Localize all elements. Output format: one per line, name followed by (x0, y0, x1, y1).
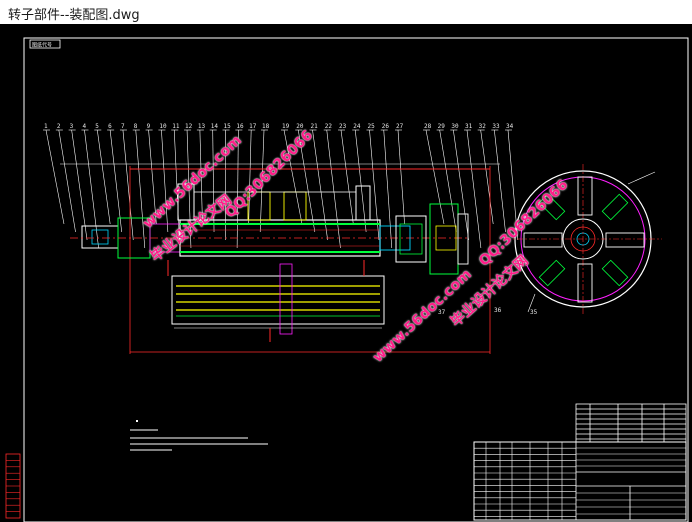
part-number-label: 29 (438, 123, 446, 130)
part-number-label: 1 (44, 123, 48, 130)
title-block-rows (474, 442, 686, 520)
part-number-label: 32 (479, 123, 487, 130)
part-number-label: 30 (451, 123, 459, 130)
corner-tag: 图纸代号 (32, 42, 52, 49)
part-number-label: 26 (382, 123, 390, 130)
part-number-label: 7 (121, 123, 125, 130)
revision-strip (5, 453, 21, 519)
window-title: 转子部件--装配图.dwg (8, 8, 140, 23)
cad-canvas[interactable]: 图纸代号 1 2 3 4 5 6 7 8 9 10 11 12 13 14 15 16 17 18 19 20 21 2… (0, 24, 692, 522)
part-labels-mid: 19 20 21 22 23 24 25 26 27 (282, 123, 404, 130)
notes-block (130, 420, 268, 451)
part-number-label: 24 (353, 123, 361, 130)
part-number-label: 33 (492, 123, 500, 130)
part-number-label: 14 (211, 123, 219, 130)
shaft-assembly (60, 163, 500, 354)
part-number-label: 4 (82, 123, 86, 130)
assembly-drawing: 图纸代号 1 2 3 4 5 6 7 8 9 10 11 12 13 14 15 16 17 18 19 20 21 2… (5, 37, 689, 522)
part-number-label: 2 (57, 123, 61, 130)
part-number-label: 21 (311, 123, 319, 130)
part-labels-right: 28 29 30 31 32 33 34 (424, 123, 514, 130)
part-number-label: 23 (339, 123, 347, 130)
outer-frame (23, 37, 689, 522)
part-number-label: 34 (506, 123, 514, 130)
part-number-label: 10 (159, 123, 167, 130)
part-number-label: 22 (325, 123, 333, 130)
part-number-label: 17 (249, 123, 257, 130)
part-number-label: 12 (185, 123, 193, 130)
part-number-label: 19 (282, 123, 290, 130)
part-number-label: 9 (147, 123, 151, 130)
parts-list (575, 403, 687, 443)
title-bar: 转子部件--装配图.dwg (0, 0, 692, 24)
part-number-label: 5 (95, 123, 99, 130)
part-number-label: 15 (224, 123, 232, 130)
part-number-label: 6 (108, 123, 112, 130)
part-number-label: 25 (368, 123, 376, 130)
cross-section-view (505, 164, 662, 316)
part-number-label: 27 (396, 123, 404, 130)
callout-36: 36 (494, 307, 502, 314)
part-number-label: 18 (262, 123, 270, 130)
part-number-label: 13 (198, 123, 206, 130)
part-number-label: 16 (236, 123, 244, 130)
part-number-label: 28 (424, 123, 432, 130)
part-number-label: 8 (134, 123, 138, 130)
part-number-label: 31 (465, 123, 473, 130)
part-number-label: 11 (172, 123, 180, 130)
part-number-label: 3 (70, 123, 74, 130)
callout-35: 35 (530, 309, 538, 316)
part-labels-left: 1 2 3 4 5 6 7 8 9 10 11 12 13 14 15 16 17 18 (44, 123, 270, 130)
